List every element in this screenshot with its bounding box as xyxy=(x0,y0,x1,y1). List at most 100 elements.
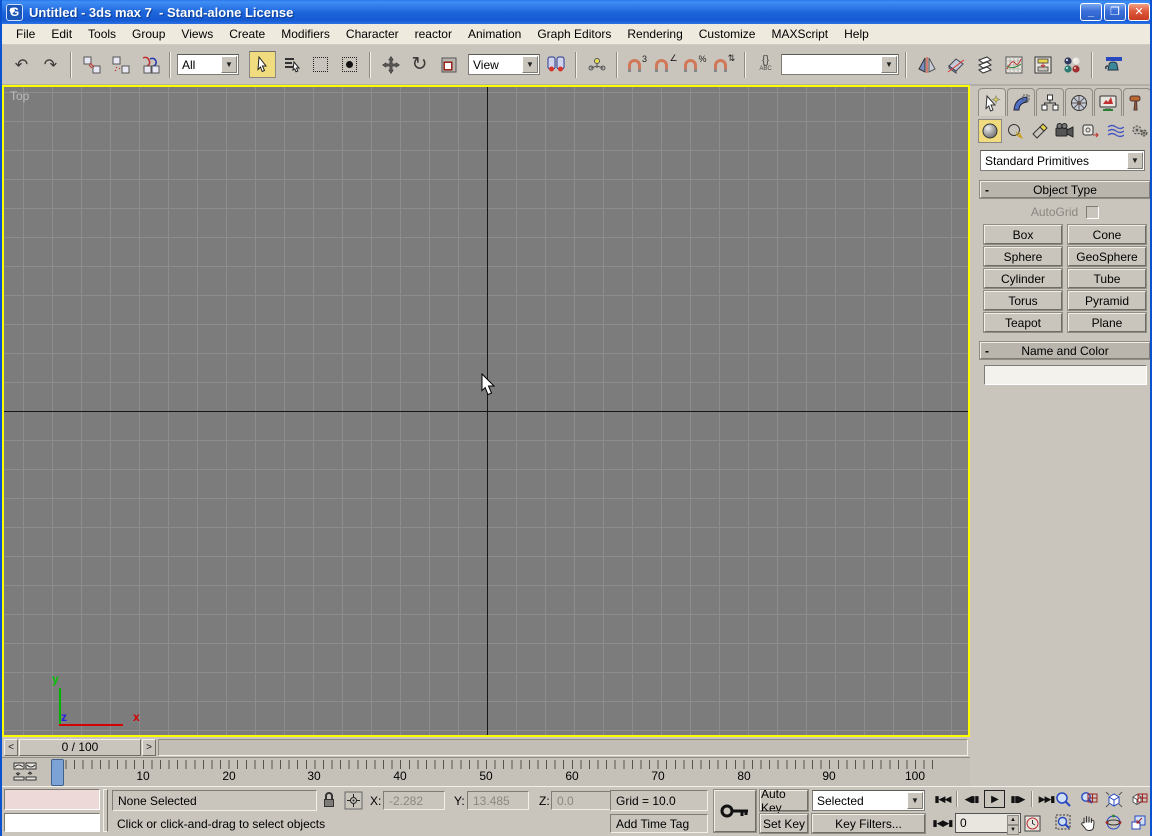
viewport-label[interactable]: Top xyxy=(10,89,29,103)
current-frame-marker[interactable] xyxy=(51,759,64,786)
selection-filter-dropdown[interactable]: All ▼ xyxy=(177,54,239,75)
select-and-manipulate-icon[interactable] xyxy=(583,51,610,78)
time-slider-handle[interactable]: 0 / 100 xyxy=(19,739,141,756)
named-selection-sets-icon[interactable]: {}ABC xyxy=(752,51,779,78)
select-object-icon[interactable] xyxy=(249,51,276,78)
region-zoom-icon[interactable] xyxy=(1054,813,1073,832)
collapse-icon[interactable]: - xyxy=(985,183,989,197)
zoom-extents-all-icon[interactable] xyxy=(1129,790,1148,809)
pan-icon[interactable] xyxy=(1079,813,1098,832)
minimize-button[interactable]: _ xyxy=(1080,3,1102,21)
rectangular-selection-region-icon[interactable] xyxy=(307,51,334,78)
angle-snap-icon[interactable]: ∠ xyxy=(653,51,680,78)
render-setup-icon[interactable] xyxy=(1099,51,1126,78)
menu-character[interactable]: Character xyxy=(338,25,407,43)
arc-rotate-icon[interactable] xyxy=(1104,813,1123,832)
category-spacewarps-icon[interactable] xyxy=(1103,119,1127,143)
category-helpers-icon[interactable] xyxy=(1078,119,1102,143)
time-slider-track[interactable] xyxy=(158,739,968,756)
frame-spinner[interactable]: ▲▼ xyxy=(1007,815,1019,831)
set-keys-button[interactable] xyxy=(714,790,756,832)
select-and-rotate-icon[interactable]: ↻ xyxy=(406,51,433,78)
menu-graph-editors[interactable]: Graph Editors xyxy=(529,25,619,43)
reference-coordinate-dropdown[interactable]: View ▼ xyxy=(468,54,540,75)
select-and-move-icon[interactable] xyxy=(377,51,404,78)
plane-button[interactable]: Plane xyxy=(1068,313,1146,332)
chevron-down-icon[interactable]: ▼ xyxy=(881,56,897,73)
chevron-down-icon[interactable]: ▼ xyxy=(907,792,923,809)
category-lights-icon[interactable] xyxy=(1028,119,1052,143)
use-pivot-point-icon[interactable] xyxy=(542,51,569,78)
select-by-name-icon[interactable] xyxy=(278,51,305,78)
tab-utilities[interactable] xyxy=(1123,88,1151,116)
zoom-icon[interactable] xyxy=(1054,790,1073,809)
coord-z-field[interactable]: 0.0 xyxy=(551,791,613,810)
align-icon[interactable] xyxy=(942,51,969,78)
material-editor-icon[interactable] xyxy=(1058,51,1085,78)
menu-tools[interactable]: Tools xyxy=(80,25,124,43)
pyramid-button[interactable]: Pyramid xyxy=(1068,291,1146,310)
undo-icon[interactable]: ↶ xyxy=(8,51,35,78)
restore-button[interactable]: ❐ xyxy=(1104,3,1126,21)
cylinder-button[interactable]: Cylinder xyxy=(984,269,1062,288)
autogrid-checkbox[interactable] xyxy=(1086,206,1099,219)
menu-help[interactable]: Help xyxy=(836,25,877,43)
box-button[interactable]: Box xyxy=(984,225,1062,244)
selection-lock-icon[interactable] xyxy=(322,792,336,813)
tube-button[interactable]: Tube xyxy=(1068,269,1146,288)
menu-group[interactable]: Group xyxy=(124,25,173,43)
maxscript-listener-pane[interactable] xyxy=(4,813,100,832)
cone-button[interactable]: Cone xyxy=(1068,225,1146,244)
menu-modifiers[interactable]: Modifiers xyxy=(273,25,338,43)
bind-to-space-warp-icon[interactable] xyxy=(136,51,163,78)
close-button[interactable]: ✕ xyxy=(1128,3,1150,21)
tab-display[interactable] xyxy=(1094,88,1122,116)
mirror-icon[interactable] xyxy=(913,51,940,78)
redo-icon[interactable]: ↷ xyxy=(37,51,64,78)
menu-create[interactable]: Create xyxy=(221,25,273,43)
listener-splitter[interactable] xyxy=(103,789,108,832)
teapot-button[interactable]: Teapot xyxy=(984,313,1062,332)
percent-snap-icon[interactable]: % xyxy=(682,51,709,78)
schematic-view-icon[interactable] xyxy=(1029,51,1056,78)
key-mode-dropdown[interactable]: Selected ▼ xyxy=(812,790,925,811)
chevron-down-icon[interactable]: ▼ xyxy=(522,56,538,73)
named-selection-dropdown[interactable]: ▼ xyxy=(781,54,899,75)
window-crossing-toggle-icon[interactable] xyxy=(336,51,363,78)
track-bar-ruler[interactable]: 0 10 20 30 40 50 60 70 80 90 100 xyxy=(48,758,948,787)
next-frame-button[interactable]: ▮▮▶ xyxy=(1007,790,1028,808)
unlink-selection-icon[interactable] xyxy=(107,51,134,78)
tab-motion[interactable] xyxy=(1065,88,1093,116)
category-shapes-icon[interactable] xyxy=(1003,119,1027,143)
previous-frame-button[interactable]: ◀▮▮ xyxy=(961,790,982,808)
torus-button[interactable]: Torus xyxy=(984,291,1062,310)
menu-maxscript[interactable]: MAXScript xyxy=(763,25,836,43)
menu-customize[interactable]: Customize xyxy=(691,25,764,43)
play-button[interactable]: ▶ xyxy=(984,790,1005,808)
go-to-start-button[interactable]: ▮◀◀ xyxy=(932,790,953,808)
min-max-toggle-icon[interactable] xyxy=(1129,813,1148,832)
coord-x-field[interactable]: -2.282 xyxy=(383,791,445,810)
category-geometry-icon[interactable] xyxy=(978,119,1002,143)
key-filters-button[interactable]: Key Filters... xyxy=(812,814,925,833)
category-cameras-icon[interactable] xyxy=(1053,119,1077,143)
spinner-snap-icon[interactable]: ⇅ xyxy=(711,51,738,78)
time-configuration-icon[interactable] xyxy=(1023,814,1042,833)
add-time-tag-field[interactable]: Add Time Tag xyxy=(610,814,708,833)
coord-y-field[interactable]: 13.485 xyxy=(467,791,529,810)
mini-curve-editor-button[interactable] xyxy=(8,761,42,783)
object-name-input[interactable] xyxy=(984,365,1147,385)
geosphere-button[interactable]: GeoSphere xyxy=(1068,247,1146,266)
select-and-link-icon[interactable] xyxy=(78,51,105,78)
menu-rendering[interactable]: Rendering xyxy=(619,25,690,43)
tab-modify[interactable] xyxy=(1007,88,1035,116)
tab-hierarchy[interactable] xyxy=(1036,88,1064,116)
select-and-scale-icon[interactable] xyxy=(435,51,462,78)
next-frame-arrow[interactable]: > xyxy=(142,739,156,756)
snaps-toggle-icon[interactable]: 3 xyxy=(624,51,651,78)
name-color-rollout-header[interactable]: - Name and Color xyxy=(980,342,1150,359)
set-key-button[interactable]: Set Key xyxy=(760,814,808,833)
sphere-button[interactable]: Sphere xyxy=(984,247,1062,266)
menu-views[interactable]: Views xyxy=(173,25,221,43)
menu-animation[interactable]: Animation xyxy=(460,25,529,43)
